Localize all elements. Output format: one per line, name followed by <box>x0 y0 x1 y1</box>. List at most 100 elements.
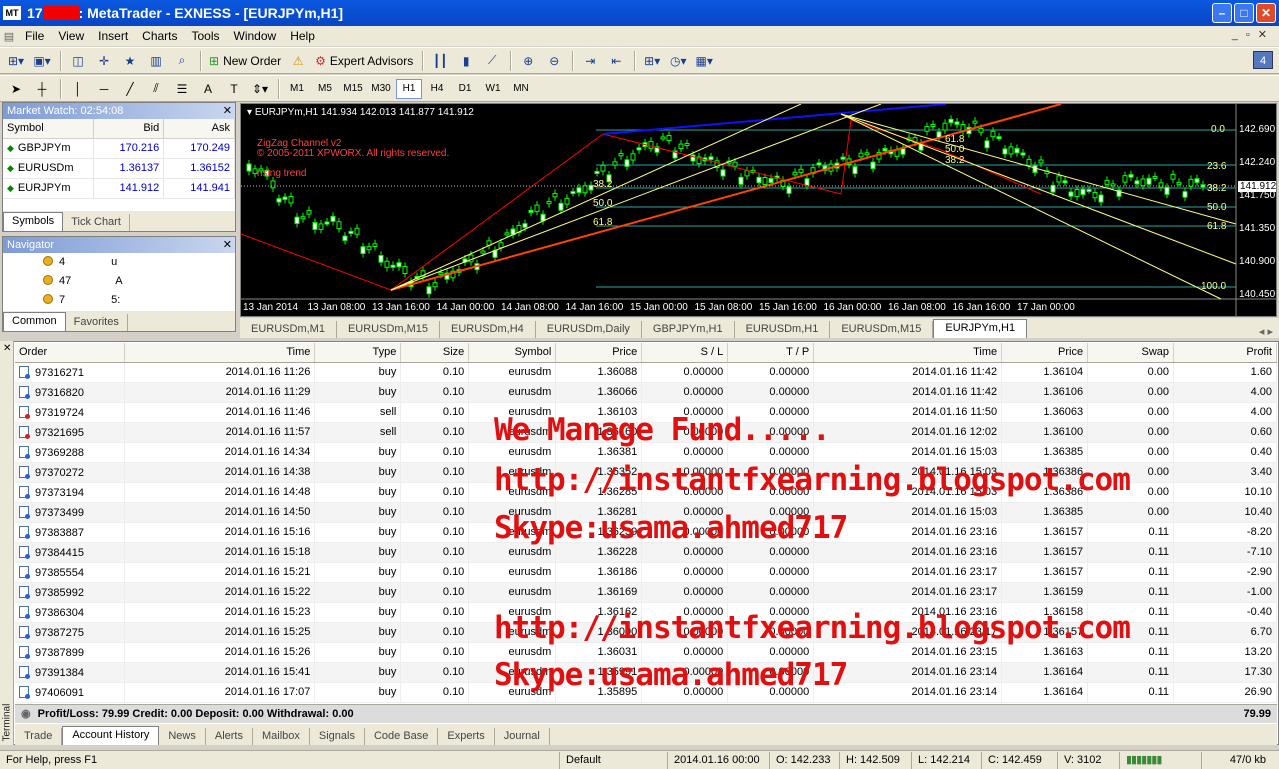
symbol-row[interactable]: ◆ EURJPYm 141.912 141.941 <box>3 178 235 199</box>
tab-alerts[interactable]: Alerts <box>206 728 253 745</box>
col-open-time[interactable]: Time <box>124 343 316 363</box>
cursor-icon[interactable]: ➤ <box>4 78 28 100</box>
tab-account-history[interactable]: Account History <box>62 726 160 745</box>
menu-insert[interactable]: Insert <box>91 29 135 43</box>
close-button[interactable]: ✕ <box>1256 3 1276 23</box>
tab-experts[interactable]: Experts <box>438 728 495 745</box>
navigator-icon[interactable]: ★ <box>118 50 142 72</box>
col-symbol[interactable]: Symbol <box>3 119 94 139</box>
periods-icon[interactable]: ◷▾ <box>666 50 690 72</box>
col-sl[interactable]: S / L <box>641 343 729 363</box>
history-row[interactable]: 97316820 2014.01.16 11:29 buy 0.10 eurusdm 1.… <box>15 382 1277 403</box>
maximize-button[interactable]: □ <box>1234 3 1254 23</box>
menu-help[interactable]: Help <box>283 29 322 43</box>
menu-view[interactable]: View <box>51 29 91 43</box>
tab-signals[interactable]: Signals <box>310 728 365 745</box>
new-chart-icon[interactable]: ⊞▾ <box>4 50 28 72</box>
fibonacci-icon[interactable]: ☰ <box>170 78 194 100</box>
menu-file[interactable]: File <box>18 29 51 43</box>
title-bar[interactable]: MT 17: MetaTrader - EXNESS - [EURJPYm,H1… <box>0 0 1279 26</box>
account-item[interactable]: 47 A <box>3 272 235 291</box>
tab-journal[interactable]: Journal <box>495 728 550 745</box>
chart-tab[interactable]: EURUSDm,H1 <box>735 321 831 338</box>
col-symbol[interactable]: Symbol <box>468 343 557 363</box>
zoom-out-icon[interactable]: ⊖ <box>542 50 566 72</box>
timeframe-m30[interactable]: M30 <box>368 79 394 99</box>
col-bid[interactable]: Bid <box>93 119 165 139</box>
account-item[interactable]: 7 5: <box>3 291 235 310</box>
col-tp[interactable]: T / P <box>727 343 815 363</box>
history-row[interactable]: 97385554 2014.01.16 15:21 buy 0.10 eurusdm 1.… <box>15 562 1277 583</box>
symbol-row[interactable]: ◆ EURUSDm 1.36137 1.36152 <box>3 158 235 179</box>
market-watch-icon[interactable]: ◫ <box>66 50 90 72</box>
chart-tab[interactable]: EURUSDm,M15 <box>830 321 934 338</box>
indicators-icon[interactable]: ⊞▾ <box>640 50 664 72</box>
candlestick-icon[interactable]: ▮ <box>454 50 478 72</box>
timeframe-h4[interactable]: H4 <box>424 79 450 99</box>
price-chart[interactable]: ▾ EURJPYm,H1 141.934 142.013 141.877 141… <box>240 103 1277 317</box>
auto-scroll-icon[interactable]: ⇥ <box>578 50 602 72</box>
menu-window[interactable]: Window <box>227 29 284 43</box>
mdi-controls[interactable]: _▫✕ <box>1232 28 1275 41</box>
col-order[interactable]: Order <box>15 343 126 363</box>
chart-tab[interactable]: EURUSDm,H4 <box>440 321 536 338</box>
timeframe-m1[interactable]: M1 <box>284 79 310 99</box>
chart-tab[interactable]: EURUSDm,Daily <box>536 321 642 338</box>
minimize-button[interactable]: – <box>1212 3 1232 23</box>
crosshair-icon[interactable]: ┼ <box>30 78 54 100</box>
tab-symbols[interactable]: Symbols <box>3 212 64 231</box>
status-profile[interactable]: Default <box>560 751 668 769</box>
symbol-row[interactable]: ◆ GBPJPYm 170.216 170.249 <box>3 138 235 159</box>
text-icon[interactable]: A <box>196 78 220 100</box>
chart-tab[interactable]: EURUSDm,M1 <box>240 321 337 338</box>
col-ask[interactable]: Ask <box>163 119 235 139</box>
close-icon[interactable]: ✕ <box>3 343 11 354</box>
strategy-tester-icon[interactable]: ⌕ <box>170 50 194 72</box>
zoom-in-icon[interactable]: ⊕ <box>516 50 540 72</box>
chart-tab[interactable]: EURUSDm,M15 <box>337 321 441 338</box>
timeframe-m5[interactable]: M5 <box>312 79 338 99</box>
tab-common[interactable]: Common <box>3 312 66 331</box>
timeframe-mn[interactable]: MN <box>508 79 534 99</box>
new-order-button[interactable]: ⊞ New Order <box>206 50 284 72</box>
chart-tab[interactable]: GBPJPYm,H1 <box>642 321 735 338</box>
alert-icon[interactable]: ⚠ <box>286 50 310 72</box>
timeframe-m15[interactable]: M15 <box>340 79 366 99</box>
notifications-badge[interactable]: 4 <box>1253 51 1273 69</box>
col-type[interactable]: Type <box>314 343 402 363</box>
profiles-icon[interactable]: ▣▾ <box>30 50 54 72</box>
horizontal-line-icon[interactable]: ─ <box>92 78 116 100</box>
col-profit[interactable]: Profit <box>1173 343 1277 363</box>
line-chart-icon[interactable]: ⟋ <box>480 50 504 72</box>
label-icon[interactable]: T <box>222 78 246 100</box>
tab-news[interactable]: News <box>159 728 206 745</box>
arrows-icon[interactable]: ⇕▾ <box>248 78 272 100</box>
trendline-icon[interactable]: ╱ <box>118 78 142 100</box>
tab-trade[interactable]: Trade <box>15 728 63 745</box>
chart-tab-active[interactable]: EURJPYm,H1 <box>933 319 1028 338</box>
close-icon[interactable]: ✕ <box>223 103 232 119</box>
col-close-time[interactable]: Time <box>813 343 1003 363</box>
tab-tick-chart[interactable]: Tick Chart <box>63 214 130 231</box>
col-close-price[interactable]: Price <box>1001 343 1089 363</box>
bar-chart-icon[interactable]: ┃┃ <box>428 50 452 72</box>
close-icon[interactable]: ✕ <box>223 237 232 253</box>
col-swap[interactable]: Swap <box>1087 343 1175 363</box>
menu-tools[interactable]: Tools <box>185 29 227 43</box>
tab-mailbox[interactable]: Mailbox <box>253 728 310 745</box>
timeframe-h1[interactable]: H1 <box>396 78 422 99</box>
data-window-icon[interactable]: ✛ <box>92 50 116 72</box>
vertical-line-icon[interactable]: │ <box>66 78 90 100</box>
timeframe-d1[interactable]: D1 <box>452 79 478 99</box>
timeframe-w1[interactable]: W1 <box>480 79 506 99</box>
history-row[interactable]: 97316271 2014.01.16 11:26 buy 0.10 eurusdm 1.… <box>15 362 1277 383</box>
templates-icon[interactable]: ▦▾ <box>692 50 716 72</box>
tab-code-base[interactable]: Code Base <box>365 728 439 745</box>
chart-shift-icon[interactable]: ⇤ <box>604 50 628 72</box>
col-size[interactable]: Size <box>400 343 470 363</box>
expert-advisors-button[interactable]: ⚙ Expert Advisors <box>312 50 416 72</box>
history-row[interactable]: 97385992 2014.01.16 15:22 buy 0.10 eurusdm 1.… <box>15 582 1277 603</box>
account-item[interactable]: 4u <box>3 253 235 272</box>
channel-icon[interactable]: ⫽ <box>144 78 168 100</box>
menu-charts[interactable]: Charts <box>135 29 184 43</box>
